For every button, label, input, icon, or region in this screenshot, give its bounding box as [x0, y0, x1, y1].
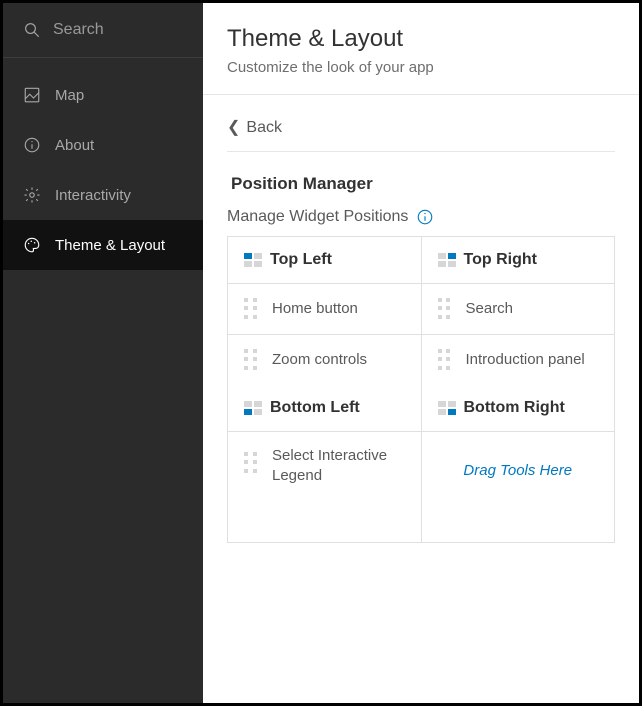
sidebar-item-label: Map	[55, 87, 84, 104]
quadrant-top-right: Top Right Search Introduction panel	[422, 237, 615, 385]
widget-item-zoom-controls[interactable]: Zoom controls	[228, 335, 421, 385]
app-root: Map About Interactivity Theme & Layout	[0, 0, 642, 706]
quadrant-header: Bottom Left	[228, 385, 421, 432]
page-title: Theme & Layout	[227, 25, 615, 53]
gear-icon	[23, 186, 41, 204]
sidebar-search[interactable]	[3, 3, 203, 58]
sidebar: Map About Interactivity Theme & Layout	[3, 3, 203, 703]
widget-item-introduction-panel[interactable]: Introduction panel	[422, 335, 615, 385]
widget-item-label: Search	[466, 299, 599, 319]
widget-item-label: Zoom controls	[272, 350, 405, 370]
quadrant-header: Bottom Right	[422, 385, 615, 432]
widget-item-label: Introduction panel	[466, 350, 599, 370]
widget-item-select-interactive-legend[interactable]: Select Interactive Legend	[228, 432, 421, 542]
widget-item-label: Select Interactive Legend	[272, 446, 405, 485]
sidebar-item-label: About	[55, 137, 94, 154]
sidebar-item-map[interactable]: Map	[3, 70, 203, 120]
quadrant-indicator-icon	[244, 401, 262, 415]
quadrant-indicator-icon	[438, 401, 456, 415]
quadrant-indicator-icon	[244, 253, 262, 267]
page-subtitle: Customize the look of your app	[227, 59, 615, 76]
widget-item-home-button[interactable]: Home button	[228, 284, 421, 335]
quadrant-bottom-left: Bottom Left Select Interactive Legend	[228, 385, 422, 542]
sidebar-item-label: Theme & Layout	[55, 237, 165, 254]
sidebar-item-theme-layout[interactable]: Theme & Layout	[3, 220, 203, 270]
position-manager-section: Position Manager Manage Widget Positions…	[227, 152, 615, 543]
palette-icon	[23, 236, 41, 254]
widget-item-label: Home button	[272, 299, 405, 319]
widget-item-search[interactable]: Search	[422, 284, 615, 335]
section-subtitle-row: Manage Widget Positions	[227, 208, 615, 226]
main-panel: Theme & Layout Customize the look of you…	[203, 3, 639, 703]
map-icon	[23, 86, 41, 104]
quadrant-top-left: Top Left Home button Zoom controls	[228, 237, 422, 385]
drag-handle-icon[interactable]	[244, 349, 258, 371]
quadrant-header: Top Right	[422, 237, 615, 284]
quadrant-bottom-right: Bottom Right Drag Tools Here	[422, 385, 615, 542]
drag-handle-icon[interactable]	[438, 298, 452, 320]
drop-zone[interactable]: Drag Tools Here	[422, 432, 615, 509]
position-grid: Top Left Home button Zoom controls	[227, 236, 615, 543]
quadrant-indicator-icon	[438, 253, 456, 267]
info-icon	[23, 136, 41, 154]
quadrant-label: Bottom Left	[270, 399, 360, 417]
drag-handle-icon[interactable]	[438, 349, 452, 371]
quadrant-label: Top Right	[464, 251, 537, 269]
chevron-left-icon: ❮	[227, 120, 240, 136]
quadrant-label: Bottom Right	[464, 399, 565, 417]
content: ❮ Back Position Manager Manage Widget Po…	[203, 95, 639, 567]
position-row-bottom: Bottom Left Select Interactive Legend	[228, 385, 614, 542]
back-button[interactable]: ❮ Back	[227, 113, 615, 152]
sidebar-item-label: Interactivity	[55, 187, 131, 204]
drag-handle-icon[interactable]	[244, 452, 258, 474]
help-icon[interactable]	[416, 208, 434, 226]
back-label: Back	[246, 119, 282, 137]
quadrant-items: Select Interactive Legend	[228, 432, 421, 542]
page-header: Theme & Layout Customize the look of you…	[203, 3, 639, 95]
sidebar-nav: Map About Interactivity Theme & Layout	[3, 58, 203, 270]
position-row-top: Top Left Home button Zoom controls	[228, 237, 614, 385]
search-input[interactable]	[53, 21, 183, 39]
drag-handle-icon[interactable]	[244, 298, 258, 320]
section-subtitle: Manage Widget Positions	[227, 208, 408, 226]
sidebar-item-interactivity[interactable]: Interactivity	[3, 170, 203, 220]
quadrant-label: Top Left	[270, 251, 332, 269]
search-icon	[23, 21, 41, 39]
quadrant-items[interactable]: Drag Tools Here	[422, 432, 615, 542]
quadrant-items: Home button Zoom controls	[228, 284, 421, 385]
sidebar-item-about[interactable]: About	[3, 120, 203, 170]
quadrant-header: Top Left	[228, 237, 421, 284]
section-title: Position Manager	[227, 174, 615, 194]
quadrant-items: Search Introduction panel	[422, 284, 615, 385]
